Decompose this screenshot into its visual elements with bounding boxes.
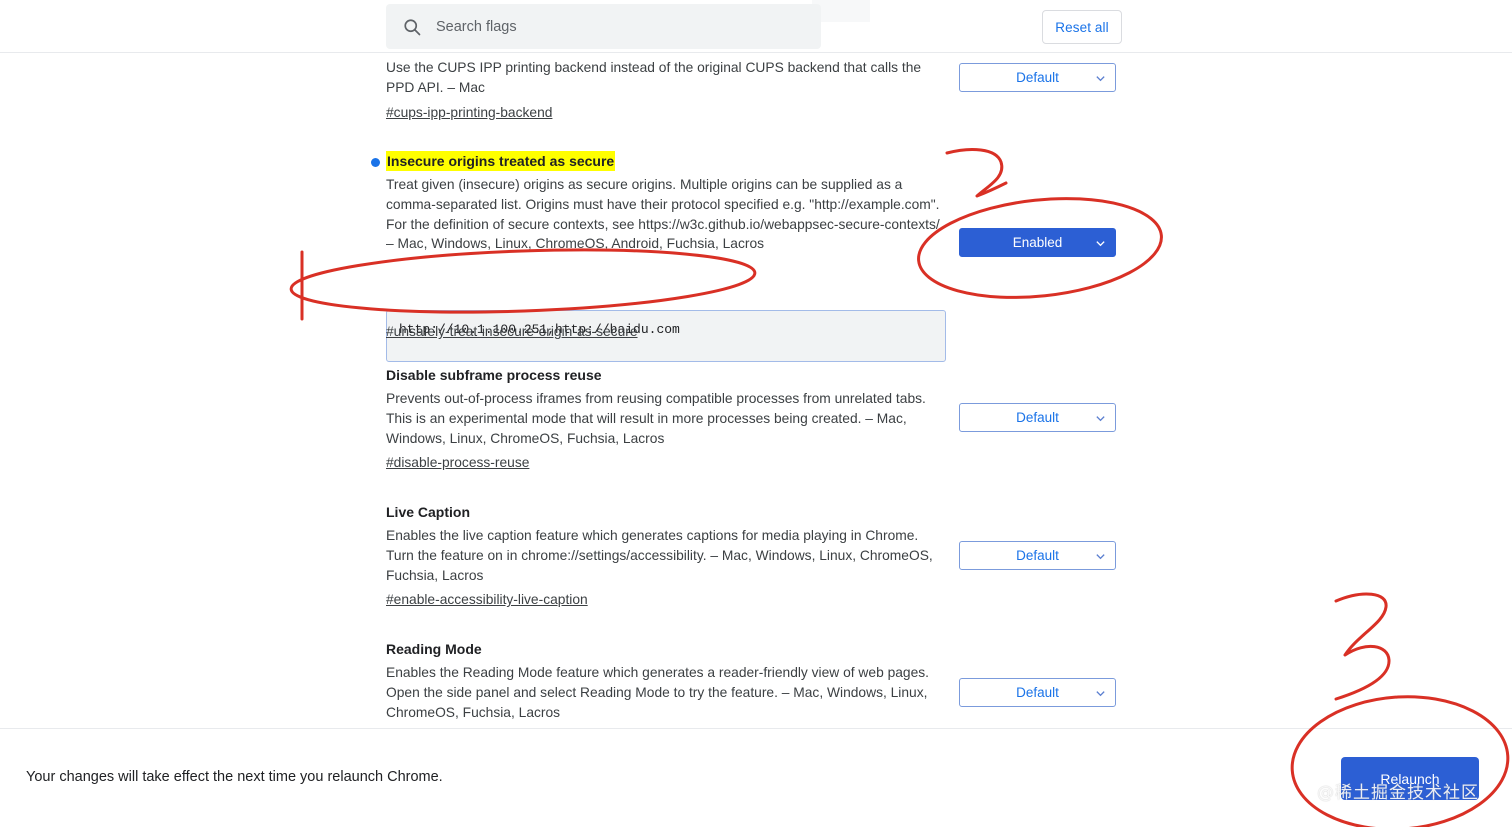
flag-state-value: Default bbox=[1016, 410, 1059, 425]
flag-title: Insecure origins treated as secure bbox=[386, 151, 616, 171]
flag-description: Enables the Reading Mode feature which g… bbox=[386, 665, 930, 720]
flag-state-select[interactable]: Default bbox=[959, 63, 1116, 92]
flag-anchor-link[interactable]: #disable-process-reuse bbox=[386, 453, 529, 472]
flag-title: Disable subframe process reuse bbox=[386, 367, 602, 383]
flag-anchor-link[interactable]: #unsafely-treat-insecure-origin-as-secur… bbox=[386, 322, 638, 341]
flag-state-select[interactable]: Default bbox=[959, 541, 1116, 570]
flag-text-block: Insecure origins treated as secure Treat… bbox=[386, 151, 944, 254]
flag-anchor-link[interactable]: #cups-ipp-printing-backend bbox=[386, 103, 552, 122]
flag-state-value: Default bbox=[1016, 548, 1059, 563]
flag-state-select[interactable]: Default bbox=[959, 678, 1116, 707]
flag-description: Use the CUPS IPP printing backend instea… bbox=[386, 60, 922, 95]
flag-row: Disable subframe process reuse Prevents … bbox=[0, 365, 944, 472]
flag-state-select-wrapper[interactable]: Enabled bbox=[959, 228, 1116, 257]
flag-state-value: Enabled bbox=[1012, 235, 1063, 250]
flag-anchor-link[interactable]: #enable-accessibility-live-caption bbox=[386, 590, 588, 609]
chevron-down-icon bbox=[1095, 72, 1106, 83]
flag-text-block: Live Caption Enables the live caption fe… bbox=[386, 502, 946, 609]
flag-state-select-wrapper[interactable]: Default bbox=[959, 678, 1116, 707]
relaunch-button[interactable]: Relaunch bbox=[1341, 757, 1479, 800]
flag-state-select-wrapper[interactable]: Default bbox=[959, 63, 1116, 92]
flag-description: Treat given (insecure) origins as secure… bbox=[386, 177, 940, 232]
flag-text-block: Reading Mode Enables the Reading Mode fe… bbox=[386, 639, 944, 722]
flag-title: Reading Mode bbox=[386, 641, 482, 657]
flag-description: Prevents out-of-process iframes from reu… bbox=[386, 391, 926, 446]
search-icon bbox=[402, 17, 422, 37]
relaunch-bar: Your changes will take effect the next t… bbox=[0, 728, 1512, 827]
flag-description: Enables the live caption feature which g… bbox=[386, 528, 933, 583]
flags-toolbar: Reset all bbox=[0, 0, 1512, 53]
flag-title: Live Caption bbox=[386, 504, 471, 520]
search-input[interactable] bbox=[436, 12, 786, 41]
flag-platforms: – Mac, Windows, Linux, ChromeOS, Android… bbox=[386, 236, 765, 252]
chevron-down-icon bbox=[1095, 687, 1106, 698]
reset-all-button[interactable]: Reset all bbox=[1042, 10, 1122, 44]
flags-list: Use the CUPS IPP printing backend instea… bbox=[0, 53, 1512, 728]
relaunch-note: Your changes will take effect the next t… bbox=[26, 769, 443, 785]
search-box[interactable] bbox=[386, 4, 821, 49]
flag-row: Live Caption Enables the live caption fe… bbox=[0, 502, 946, 609]
flag-state-value: Default bbox=[1016, 685, 1059, 700]
chevron-down-icon bbox=[1095, 412, 1106, 423]
flag-state-select-wrapper[interactable]: Default bbox=[959, 403, 1116, 432]
flag-row: Reading Mode Enables the Reading Mode fe… bbox=[0, 639, 944, 722]
chevron-down-icon bbox=[1095, 237, 1106, 248]
chrome-flags-page: Reset all Use the CUPS IPP printing back… bbox=[0, 0, 1512, 827]
flag-text-block: Disable subframe process reuse Prevents … bbox=[386, 365, 944, 472]
flag-state-select-wrapper[interactable]: Default bbox=[959, 541, 1116, 570]
flag-row-insecure-origins: Insecure origins treated as secure Treat… bbox=[0, 151, 944, 254]
flag-state-value: Default bbox=[1016, 70, 1059, 85]
chevron-down-icon bbox=[1095, 550, 1106, 561]
flag-text-block: Use the CUPS IPP printing backend instea… bbox=[386, 58, 944, 122]
flag-state-select-enabled[interactable]: Enabled bbox=[959, 228, 1116, 257]
flag-row: Use the CUPS IPP printing backend instea… bbox=[0, 58, 944, 122]
flag-state-select[interactable]: Default bbox=[959, 403, 1116, 432]
